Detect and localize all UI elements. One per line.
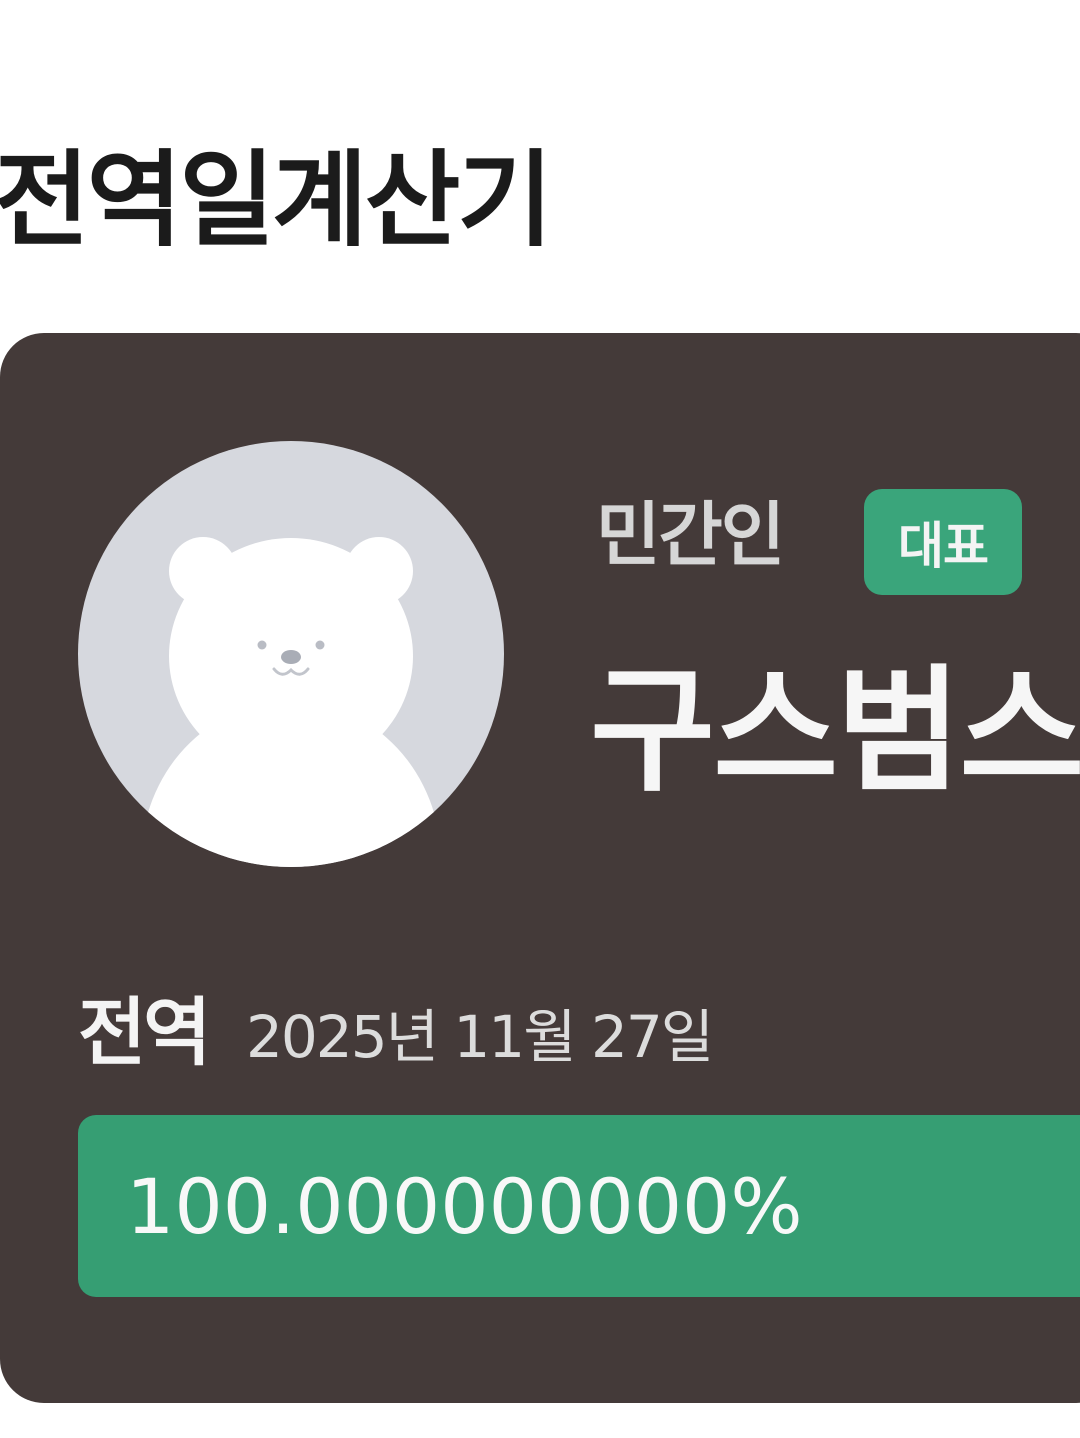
discharge-label: 전역 [78,990,211,1076]
discharge-date: 2025년 11월 27일 [246,1003,714,1071]
page-title: 전역일계산기 [0,138,553,261]
avatar[interactable] [78,441,504,867]
profile-card[interactable]: 민간인 대표 구스범스 전역 2025년 11월 27일 100.0000000… [0,333,1080,1403]
role-label: 민간인 [596,494,785,576]
service-progress-bar: 100.000000000% [78,1115,1080,1297]
username: 구스범스 [590,653,1080,811]
representative-badge: 대표 [864,489,1022,595]
bear-avatar-icon [141,537,441,867]
progress-percentage: 100.000000000% [126,1162,803,1251]
